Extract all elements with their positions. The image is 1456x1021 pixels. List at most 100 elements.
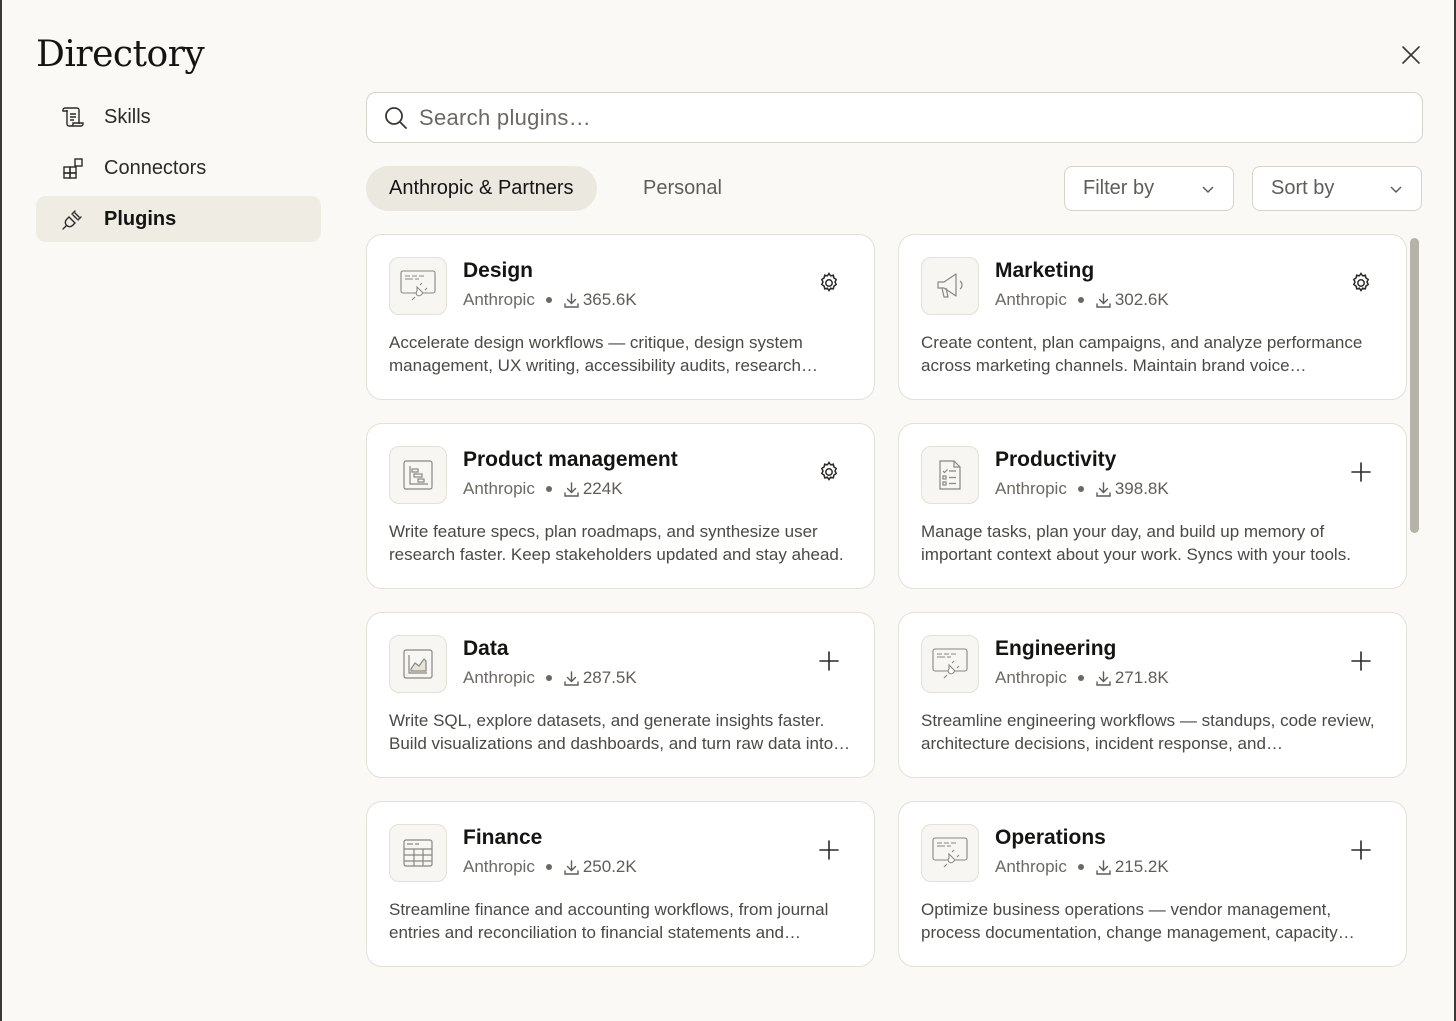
sidebar-item-plugins[interactable]: Plugins [36, 196, 321, 242]
download-count: 215.2K [1095, 857, 1169, 877]
plugin-card-marketing[interactable]: Marketing Anthropic 302.6K Create conten… [898, 234, 1407, 400]
plugin-publisher: Anthropic [995, 290, 1067, 309]
plugin-description: Manage tasks, plan your day, and build u… [921, 522, 1351, 564]
plug-window-icon [921, 635, 979, 693]
search-box [366, 92, 1423, 143]
download-icon [564, 670, 579, 686]
download-count: 365.6K [563, 290, 637, 310]
download-count: 224K [563, 479, 623, 499]
checklist-document-icon [921, 446, 979, 504]
plugin-publisher: Anthropic [995, 668, 1067, 687]
download-count-value: 365.6K [582, 290, 637, 309]
separator-dot [1077, 675, 1084, 681]
download-count-value: 271.8K [1114, 668, 1169, 687]
chevron-down-icon [1390, 185, 1402, 193]
download-count: 271.8K [1095, 668, 1169, 688]
plugin-card-design[interactable]: Design Anthropic 365.6K Accelerate desig… [366, 234, 875, 400]
plugin-publisher: Anthropic [463, 857, 535, 876]
plus-icon [1351, 651, 1371, 671]
close-button[interactable] [1396, 40, 1426, 70]
plug-window-icon [921, 824, 979, 882]
plugin-description: Create content, plan campaigns, and anal… [921, 333, 1363, 375]
separator-dot [1077, 864, 1084, 870]
plugin-description: Write feature specs, plan roadmaps, and … [389, 522, 844, 564]
plus-icon [1351, 462, 1371, 482]
separator-dot [1077, 297, 1084, 303]
plugin-card-product-management[interactable]: Product management Anthropic 224K Write … [366, 423, 875, 589]
plugin-name: Product management [463, 448, 678, 471]
plugin-meta: Anthropic 224K [463, 479, 623, 499]
download-icon [1096, 481, 1111, 497]
gear-icon [820, 272, 838, 292]
plugin-settings-button[interactable] [811, 265, 847, 301]
plugin-add-button[interactable] [1343, 643, 1379, 679]
plus-icon [819, 651, 839, 671]
plugin-description: Write SQL, explore datasets, and generat… [389, 711, 834, 753]
plugin-card-data[interactable]: Data Anthropic 287.5K Write SQL, explore… [366, 612, 875, 778]
plugin-description: Optimize business operations — vendor ma… [921, 900, 1338, 942]
download-icon [564, 481, 579, 497]
download-count: 250.2K [563, 857, 637, 877]
gear-icon [1352, 272, 1370, 292]
sidebar-item-connectors[interactable]: Connectors [36, 145, 321, 191]
filter-by-label: Filter by [1083, 177, 1155, 199]
plugin-settings-button[interactable] [1343, 265, 1379, 301]
download-count: 287.5K [563, 668, 637, 688]
download-icon [1096, 292, 1111, 308]
plugin-publisher: Anthropic [463, 290, 535, 309]
plus-icon [1351, 840, 1371, 860]
download-count: 302.6K [1095, 290, 1169, 310]
scrollbar-thumb[interactable] [1410, 238, 1419, 533]
sidebar-item-label: Connectors [104, 156, 207, 179]
download-count: 398.8K [1095, 479, 1169, 499]
chevron-down-icon [1202, 185, 1214, 193]
megaphone-icon [921, 257, 979, 315]
download-count-value: 287.5K [582, 668, 637, 687]
plugin-meta: Anthropic 365.6K [463, 290, 637, 310]
plugin-settings-button[interactable] [811, 454, 847, 490]
plugin-add-button[interactable] [811, 832, 847, 868]
download-count-value: 398.8K [1114, 479, 1169, 498]
plugin-meta: Anthropic 398.8K [995, 479, 1169, 499]
plugin-add-button[interactable] [811, 643, 847, 679]
plugin-card-operations[interactable]: Operations Anthropic 215.2K Optimize bus… [898, 801, 1407, 967]
plugin-meta: Anthropic 215.2K [995, 857, 1169, 877]
separator-dot [545, 486, 552, 492]
separator-dot [545, 297, 552, 303]
tab-anthropic-partners[interactable]: Anthropic & Partners [366, 166, 597, 211]
plugin-description: Streamline engineering workflows — stand… [921, 711, 1375, 753]
tab-personal[interactable]: Personal [620, 166, 745, 211]
download-count-value: 215.2K [1114, 857, 1169, 876]
separator-dot [1077, 486, 1084, 492]
sort-by-dropdown[interactable]: Sort by [1252, 166, 1422, 211]
skills-scroll-icon [60, 104, 86, 130]
plugin-card-productivity[interactable]: Productivity Anthropic 398.8K Manage tas… [898, 423, 1407, 589]
download-icon [564, 292, 579, 308]
sidebar-item-skills[interactable]: Skills [36, 94, 321, 140]
roadmap-icon [389, 446, 447, 504]
sort-by-label: Sort by [1271, 177, 1335, 199]
plugin-card-engineering[interactable]: Engineering Anthropic 271.8K Streamline … [898, 612, 1407, 778]
sidebar-item-label: Skills [104, 105, 151, 128]
download-count-value: 250.2K [582, 857, 637, 876]
sidebar: Skills Connectors Plugins [36, 94, 321, 247]
connectors-blocks-icon [60, 155, 86, 181]
plugin-add-button[interactable] [1343, 832, 1379, 868]
plugin-add-button[interactable] [1343, 454, 1379, 490]
plugin-meta: Anthropic 250.2K [463, 857, 637, 877]
spreadsheet-icon [389, 824, 447, 882]
plugin-publisher: Anthropic [995, 857, 1067, 876]
close-icon [1402, 46, 1420, 64]
gear-icon [820, 461, 838, 481]
plugin-name: Marketing [995, 259, 1095, 282]
plugin-name: Finance [463, 826, 543, 849]
plugin-meta: Anthropic 302.6K [995, 290, 1169, 310]
plugin-card-finance[interactable]: Finance Anthropic 250.2K Streamline fina… [366, 801, 875, 967]
search-input[interactable] [419, 104, 1379, 131]
chart-icon [389, 635, 447, 693]
plug-window-icon [389, 257, 447, 315]
filter-by-dropdown[interactable]: Filter by [1064, 166, 1234, 211]
download-icon [564, 859, 579, 875]
plugin-publisher: Anthropic [463, 668, 535, 687]
plugin-name: Engineering [995, 637, 1117, 660]
